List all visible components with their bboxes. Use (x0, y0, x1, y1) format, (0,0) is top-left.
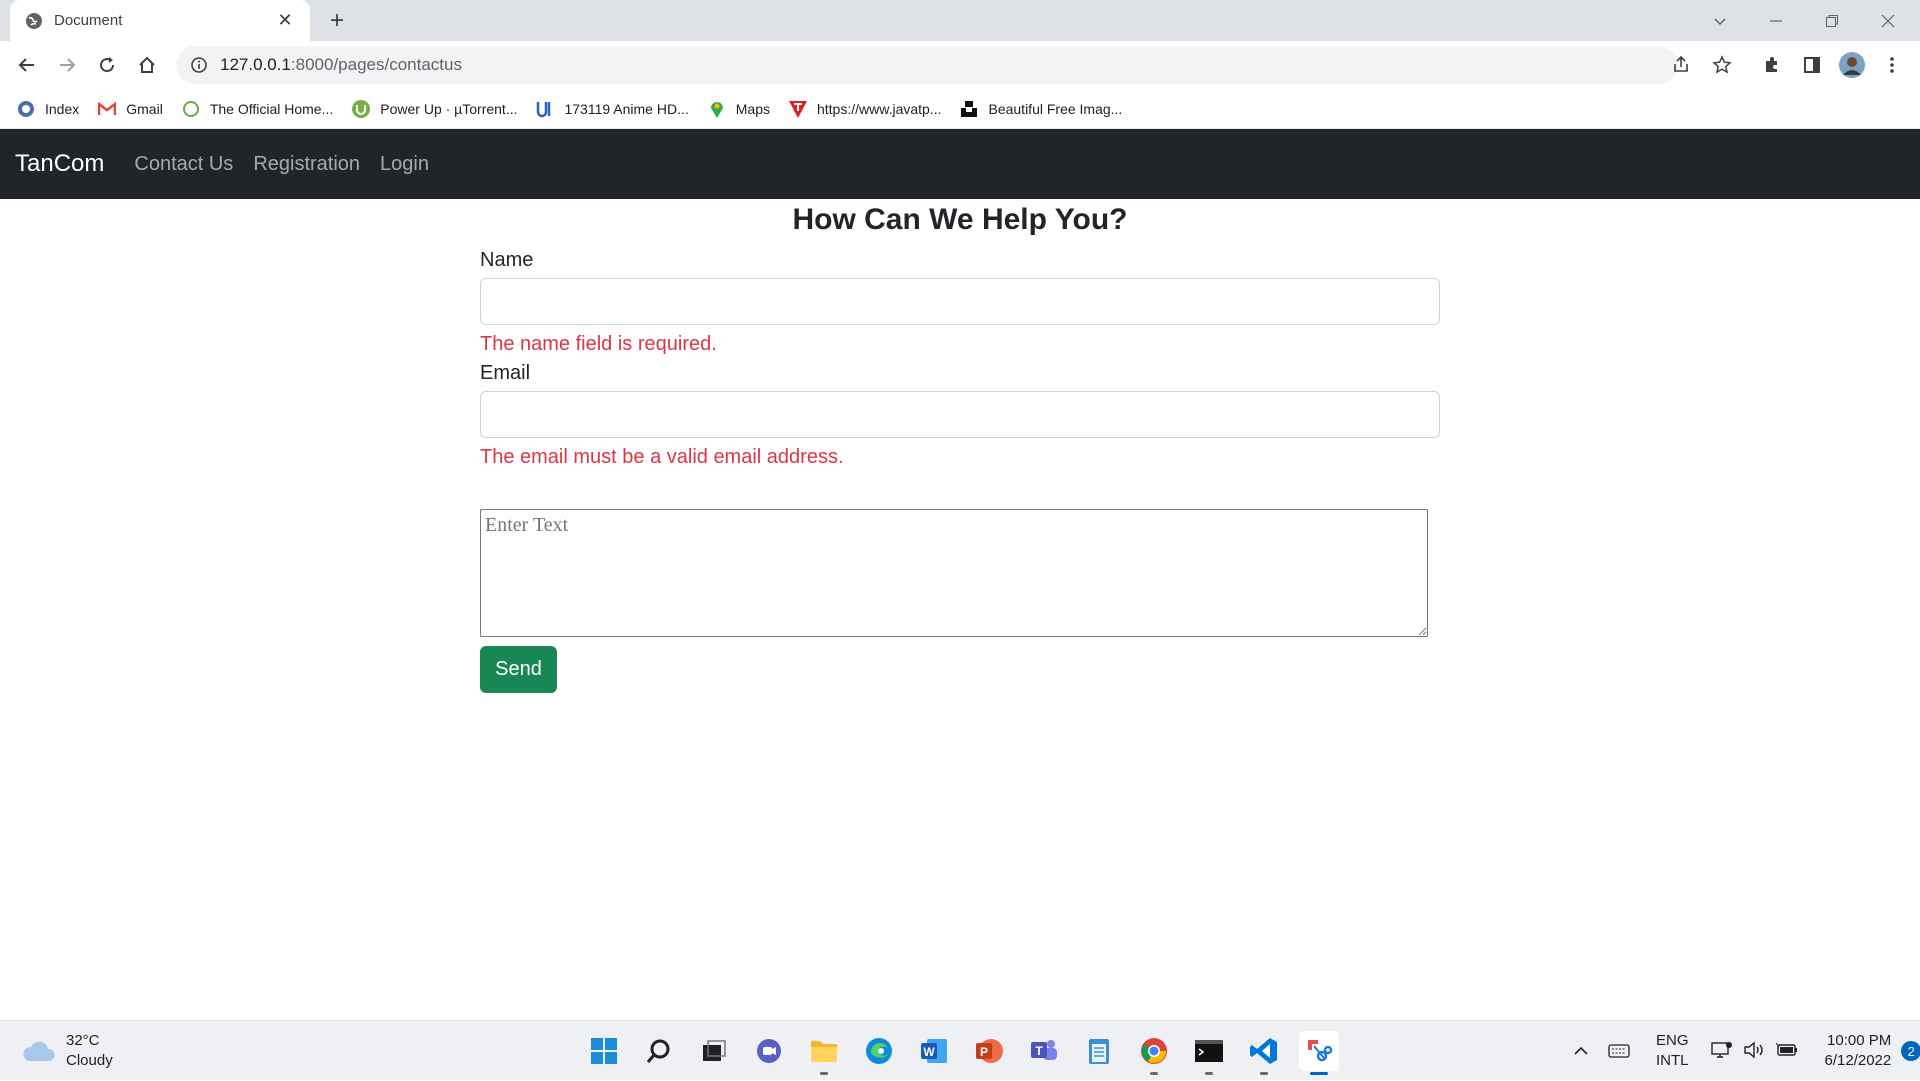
search-icon[interactable] (639, 1031, 679, 1071)
new-tab-button[interactable]: + (322, 6, 352, 36)
javatpoint-icon (788, 99, 808, 119)
send-button[interactable]: Send (480, 646, 557, 693)
chat-icon[interactable] (749, 1031, 789, 1071)
forward-icon[interactable] (53, 51, 81, 79)
svg-text:P: P (980, 1045, 988, 1059)
weather-condition: Cloudy (66, 1052, 113, 1069)
svg-text:T: T (1035, 1044, 1043, 1058)
teams-icon[interactable]: T (1024, 1031, 1064, 1071)
name-label: Name (480, 249, 534, 271)
browser-toolbar: 127.0.0.1:8000/pages/contactus (0, 41, 1920, 89)
network-icon[interactable] (1710, 1041, 1733, 1062)
word-icon[interactable]: W (914, 1031, 954, 1071)
wallpaper-icon (535, 99, 555, 119)
email-input[interactable] (480, 391, 1440, 438)
maps-pin-icon (707, 99, 727, 119)
keyboard-icon[interactable] (1604, 1044, 1634, 1058)
close-window-button[interactable] (1860, 0, 1916, 41)
name-error-message: The name field is required. (480, 333, 717, 355)
bookmark-index[interactable]: Index (16, 99, 79, 119)
home-icon[interactable] (133, 51, 161, 79)
name-input[interactable] (480, 278, 1440, 325)
tab-search-icon[interactable] (1692, 0, 1748, 41)
page-title: How Can We Help You? (792, 203, 1128, 236)
tab-strip: Document ✕ + (0, 0, 1920, 41)
chrome-icon[interactable] (1134, 1031, 1174, 1075)
globe-icon (16, 99, 36, 119)
clock[interactable]: 10:00 PM 6/12/2022 (1825, 1031, 1892, 1071)
leaf-icon (181, 99, 201, 119)
back-icon[interactable] (13, 51, 41, 79)
vscode-icon[interactable] (1244, 1031, 1284, 1075)
unsplash-icon (959, 99, 979, 119)
start-icon[interactable] (584, 1031, 624, 1071)
minimize-button[interactable] (1748, 0, 1804, 41)
extensions-icon[interactable] (1758, 51, 1786, 79)
bookmark-anime-hd[interactable]: 173119 Anime HD... (535, 99, 689, 119)
running-indicator (1310, 1072, 1328, 1075)
volume-icon[interactable] (1743, 1041, 1765, 1062)
bookmark-official-home[interactable]: The Official Home... (181, 99, 333, 119)
taskbar-apps: W P T (584, 1031, 1354, 1075)
notepad-icon[interactable] (1079, 1031, 1119, 1071)
contact-form: How Can We Help You? Name The name field… (480, 199, 1440, 693)
email-label: Email (480, 362, 531, 384)
gmail-icon (97, 99, 117, 119)
terminal-icon[interactable] (1189, 1031, 1229, 1075)
weather-widget[interactable]: 32°C Cloudy (22, 1031, 113, 1071)
chevron-up-icon[interactable] (1570, 1046, 1592, 1056)
globe-icon (26, 12, 42, 29)
nav-registration[interactable]: Registration (253, 153, 360, 176)
nav-contact-us[interactable]: Contact Us (134, 153, 233, 176)
brand-link[interactable]: TanCom (15, 150, 104, 178)
bookmark-gmail[interactable]: Gmail (97, 99, 163, 119)
file-explorer-icon[interactable] (804, 1031, 844, 1075)
windows-taskbar: 32°C Cloudy W P T ENG INTL 10:00 PM 6/12… (0, 1020, 1920, 1080)
bookmark-maps[interactable]: Maps (707, 99, 770, 119)
restore-button[interactable] (1804, 0, 1860, 41)
bookmark-unsplash[interactable]: Beautiful Free Imag... (959, 99, 1122, 119)
weather-temperature: 32°C (66, 1032, 100, 1049)
email-error-message: The email must be a valid email address. (480, 446, 844, 468)
powerpoint-icon[interactable]: P (969, 1031, 1009, 1071)
snipping-tool-icon[interactable] (1299, 1031, 1339, 1075)
url-text: 127.0.0.1:8000/pages/contactus (220, 55, 462, 74)
bookmark-javatpoint[interactable]: https://www.javatp... (788, 99, 941, 119)
notification-badge[interactable]: 2 (1901, 1041, 1920, 1061)
browser-menu-icon[interactable] (1878, 51, 1906, 79)
bookmark-utorrent[interactable]: Power Up · µTorrent... (351, 99, 517, 119)
task-view-icon[interactable] (694, 1031, 734, 1071)
running-indicator (820, 1072, 828, 1075)
message-textarea[interactable] (480, 509, 1428, 637)
language-indicator[interactable]: ENG INTL (1656, 1031, 1689, 1071)
site-navbar: TanCom Contact Us Registration Login (0, 129, 1920, 199)
edge-icon[interactable] (859, 1031, 899, 1071)
nav-login[interactable]: Login (380, 153, 429, 176)
side-panel-icon[interactable] (1798, 51, 1826, 79)
utorrent-icon (351, 99, 371, 119)
bookmark-star-icon[interactable] (1708, 51, 1736, 79)
running-indicator (1150, 1072, 1158, 1075)
bookmarks-bar: Index Gmail The Official Home... Power U… (0, 89, 1920, 129)
address-bar[interactable]: 127.0.0.1:8000/pages/contactus (176, 46, 1678, 84)
site-info-icon[interactable] (190, 56, 208, 74)
profile-avatar[interactable] (1838, 51, 1866, 79)
running-indicator (1260, 1072, 1268, 1075)
browser-tab[interactable]: Document ✕ (10, 0, 310, 41)
battery-icon[interactable] (1775, 1041, 1799, 1062)
running-indicator (1205, 1072, 1213, 1075)
tab-close-icon[interactable]: ✕ (274, 10, 296, 31)
cloud-icon (23, 1041, 55, 1061)
share-icon[interactable] (1667, 51, 1695, 79)
reload-icon[interactable] (93, 51, 121, 79)
svg-text:W: W (923, 1045, 935, 1059)
system-tray: ENG INTL 10:00 PM 6/12/2022 2 (1570, 1021, 1920, 1081)
tab-title: Document (54, 12, 123, 29)
